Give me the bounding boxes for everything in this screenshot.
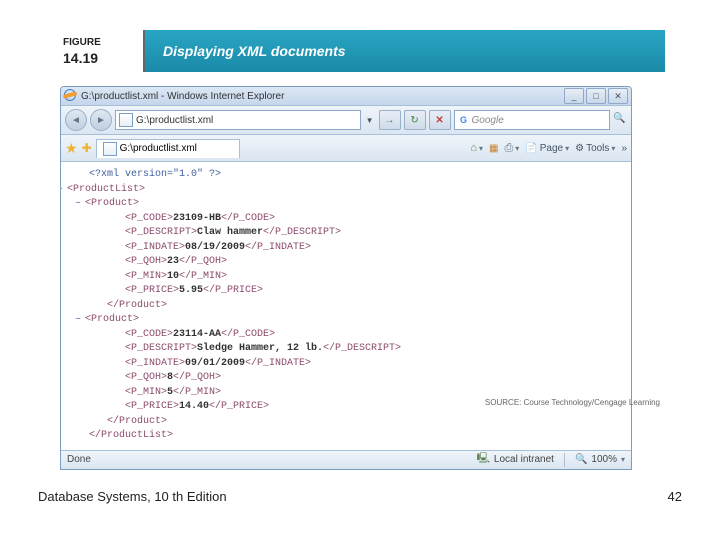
collapse-icon[interactable]: – bbox=[75, 198, 81, 209]
google-icon: G bbox=[458, 114, 470, 126]
expand-chevron-icon[interactable]: » bbox=[621, 143, 627, 154]
go-arrow-icon: → bbox=[385, 115, 395, 126]
address-bar[interactable]: G:\productlist.xml bbox=[115, 110, 361, 130]
add-favorite-icon[interactable]: ✚ bbox=[82, 141, 92, 155]
figure-number: 14.19 bbox=[63, 50, 143, 66]
search-box[interactable]: G Google bbox=[454, 110, 610, 130]
tab-page-icon bbox=[103, 142, 117, 156]
xml-tag: </Product> bbox=[107, 300, 167, 311]
figure-title-bar: Displaying XML documents bbox=[145, 30, 665, 72]
window-controls: _ □ ✕ bbox=[564, 88, 628, 104]
address-text: G:\productlist.xml bbox=[136, 115, 213, 126]
refresh-button[interactable]: ↻ bbox=[404, 110, 426, 130]
restore-button[interactable]: □ bbox=[586, 88, 606, 104]
toolbar-right: ⌂▾ ▦ ⎙▾ 📄Page▾ ⚙Tools▾ » bbox=[470, 142, 627, 155]
zoom-level: 100% bbox=[591, 454, 617, 465]
home-icon: ⌂ bbox=[470, 142, 477, 154]
back-button[interactable]: ◄ bbox=[65, 109, 87, 131]
page-number: 42 bbox=[668, 489, 682, 504]
status-done: Done bbox=[67, 454, 91, 465]
navigation-bar: ◄ ► G:\productlist.xml ▼ → ↻ ✕ G Google … bbox=[61, 106, 631, 135]
xml-tag: </ProductList> bbox=[89, 430, 173, 441]
xml-tag: <Product> bbox=[85, 198, 139, 209]
titlebar: G:\productlist.xml - Windows Internet Ex… bbox=[61, 87, 631, 106]
minimize-button[interactable]: _ bbox=[564, 88, 584, 104]
forward-button[interactable]: ► bbox=[90, 109, 112, 131]
collapse-icon[interactable]: – bbox=[75, 314, 81, 325]
tools-menu[interactable]: ⚙Tools▾ bbox=[575, 143, 615, 154]
footer-book-title: Database Systems, 10 th Edition bbox=[38, 489, 227, 504]
favorites-bar: ★ ✚ G:\productlist.xml ⌂▾ ▦ ⎙▾ 📄Page▾ ⚙T… bbox=[61, 135, 631, 162]
figure-title: Displaying XML documents bbox=[163, 43, 346, 59]
source-credit: SOURCE: Course Technology/Cengage Learni… bbox=[485, 398, 660, 407]
page-icon bbox=[119, 113, 133, 127]
xml-tag: <Product> bbox=[85, 314, 139, 325]
feeds-icon: ▦ bbox=[489, 143, 498, 154]
window-title: G:\productlist.xml - Windows Internet Ex… bbox=[81, 91, 564, 102]
browser-tab[interactable]: G:\productlist.xml bbox=[96, 139, 240, 158]
feeds-button[interactable]: ▦ bbox=[489, 143, 498, 154]
zoom-icon: 🔍 bbox=[575, 454, 587, 465]
xml-tag: <ProductList> bbox=[67, 184, 145, 195]
xml-tag: </Product> bbox=[107, 416, 167, 427]
zoom-dropdown-icon[interactable]: ▾ bbox=[621, 455, 625, 464]
go-button[interactable]: → bbox=[379, 110, 401, 130]
tools-icon: ⚙ bbox=[575, 143, 584, 154]
tab-label: G:\productlist.xml bbox=[120, 143, 197, 154]
ie-window: G:\productlist.xml - Windows Internet Ex… bbox=[60, 86, 632, 470]
favorites-icon[interactable]: ★ bbox=[65, 140, 78, 157]
address-dropdown-icon[interactable]: ▼ bbox=[364, 116, 376, 125]
search-placeholder: Google bbox=[472, 115, 504, 126]
xml-declaration: <?xml version="1.0" ?> bbox=[89, 169, 221, 180]
page-menu-icon: 📄 bbox=[525, 143, 537, 154]
print-button[interactable]: ⎙▾ bbox=[504, 142, 519, 155]
collapse-icon[interactable]: – bbox=[60, 184, 63, 195]
home-button[interactable]: ⌂▾ bbox=[470, 142, 483, 154]
page-menu[interactable]: 📄Page▾ bbox=[525, 143, 569, 154]
status-bar: Done 🖳 Local intranet 🔍 100% ▾ bbox=[61, 450, 631, 469]
stop-icon: ✕ bbox=[435, 115, 443, 126]
ie-icon bbox=[64, 89, 78, 103]
search-button[interactable]: 🔍 bbox=[613, 113, 627, 127]
stop-button[interactable]: ✕ bbox=[429, 110, 451, 130]
security-zone: Local intranet bbox=[494, 454, 554, 465]
figure-header: FIGURE 14.19 Displaying XML documents bbox=[55, 30, 665, 72]
figure-word: FIGURE bbox=[63, 37, 143, 48]
figure-label: FIGURE 14.19 bbox=[55, 30, 145, 72]
zone-icon: 🖳 bbox=[477, 451, 490, 468]
close-button[interactable]: ✕ bbox=[608, 88, 628, 104]
print-icon: ⎙ bbox=[504, 142, 513, 155]
refresh-icon: ↻ bbox=[410, 115, 418, 126]
